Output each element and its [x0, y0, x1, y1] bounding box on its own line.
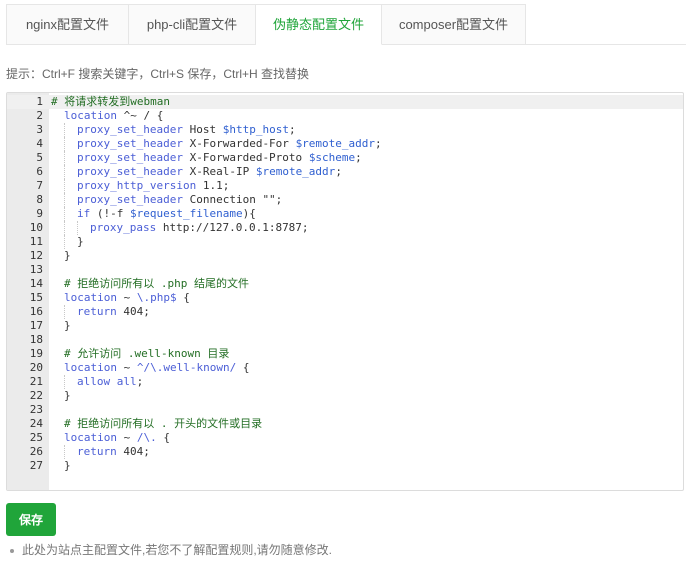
code-line[interactable]: 17}: [7, 319, 683, 333]
code-text: proxy_set_header Host $http_host;: [51, 123, 296, 137]
line-number: 12: [29, 249, 43, 262]
line-number: 6: [36, 165, 43, 178]
line-number: 14: [29, 277, 43, 290]
code-line[interactable]: 5 proxy_set_header X-Forwarded-Proto $sch…: [7, 151, 683, 165]
code-editor[interactable]: 1 # 将请求转发到webman 2 location ^~ / { 3 proxy_se…: [6, 92, 684, 491]
line-number: 4: [36, 137, 43, 150]
save-button[interactable]: 保存: [6, 503, 56, 536]
line-number: 18: [29, 333, 43, 346]
code-text: proxy_http_version 1.1;: [51, 179, 229, 193]
code-text: location ~ \.php$ {: [64, 291, 190, 304]
line-number: 11: [29, 235, 43, 248]
line-number: 20: [29, 361, 43, 374]
line-number: 23: [29, 403, 43, 416]
code-line[interactable]: 14 # 拒绝访问所有以 .php 结尾的文件: [7, 277, 683, 291]
warning-note-text: 此处为站点主配置文件,若您不了解配置规则,请勿随意修改.: [22, 543, 333, 557]
code-line[interactable]: 27}: [7, 459, 683, 473]
warning-note: 此处为站点主配置文件,若您不了解配置规则,请勿随意修改.: [10, 541, 332, 558]
code-line[interactable]: 3 proxy_set_header Host $http_host;: [7, 123, 683, 137]
line-number: 24: [29, 417, 43, 430]
code-line[interactable]: 2 location ^~ / {: [7, 109, 683, 123]
code-text: # 拒绝访问所有以 . 开头的文件或目录: [64, 417, 263, 430]
code-text: allow all;: [51, 375, 143, 389]
tab-php-cli-config[interactable]: php-cli配置文件: [129, 4, 256, 45]
code-line[interactable]: 25 location ~ /\. {: [7, 431, 683, 445]
code-line[interactable]: 15 location ~ \.php$ {: [7, 291, 683, 305]
code-text: proxy_pass http://127.0.0.1:8787;: [51, 221, 309, 235]
tab-composer-config[interactable]: composer配置文件: [382, 4, 526, 45]
shortcut-hint: 提示：Ctrl+F 搜索关键字，Ctrl+S 保存，Ctrl+H 查找替换: [6, 67, 310, 81]
line-number: 27: [29, 459, 43, 472]
line-number: 5: [36, 151, 43, 164]
line-number: 17: [29, 319, 43, 332]
code-line[interactable]: 9 if (!-f $request_filename){: [7, 207, 683, 221]
code-line[interactable]: 19 # 允许访问 .well-known 目录: [7, 347, 683, 361]
line-number: 9: [36, 207, 43, 220]
line-number: 25: [29, 431, 43, 444]
code-text: }: [64, 249, 71, 262]
code-text: }: [51, 235, 84, 249]
line-number: 21: [29, 375, 43, 388]
code-line[interactable]: 10 proxy_pass http://127.0.0.1:8787;: [7, 221, 683, 235]
code-line[interactable]: 8 proxy_set_header Connection "";: [7, 193, 683, 207]
code-line[interactable]: 23: [7, 403, 683, 417]
line-number: 8: [36, 193, 43, 206]
code-text: # 允许访问 .well-known 目录: [64, 347, 230, 360]
code-text: proxy_set_header X-Forwarded-Proto $sche…: [51, 151, 362, 165]
tab-rewrite-config[interactable]: 伪静态配置文件: [256, 4, 382, 45]
code-line[interactable]: 7 proxy_http_version 1.1;: [7, 179, 683, 193]
code-text: proxy_set_header Connection "";: [51, 193, 282, 207]
code-line[interactable]: 12}: [7, 249, 683, 263]
code-text: proxy_set_header X-Forwarded-For $remote…: [51, 137, 382, 151]
line-number: 1: [36, 95, 43, 108]
line-number: 15: [29, 291, 43, 304]
code-lines[interactable]: 1 # 将请求转发到webman 2 location ^~ / { 3 proxy_se…: [7, 95, 683, 473]
code-line[interactable]: 13: [7, 263, 683, 277]
code-text: proxy_set_header X-Real-IP $remote_addr;: [51, 165, 342, 179]
code-line[interactable]: 16 return 404;: [7, 305, 683, 319]
tab-nginx-config[interactable]: nginx配置文件: [6, 4, 129, 45]
code-text: if (!-f $request_filename){: [51, 207, 256, 221]
line-number: 2: [36, 109, 43, 122]
code-text: return 404;: [51, 445, 150, 459]
code-line[interactable]: 1 # 将请求转发到webman: [7, 95, 683, 109]
code-line[interactable]: 4 proxy_set_header X-Forwarded-For $remot…: [7, 137, 683, 151]
code-text: }: [64, 319, 71, 332]
code-line[interactable]: 24 # 拒绝访问所有以 . 开头的文件或目录: [7, 417, 683, 431]
line-number: 19: [29, 347, 43, 360]
code-line[interactable]: 26 return 404;: [7, 445, 683, 459]
line-number: 10: [29, 221, 43, 234]
line-number: 26: [29, 445, 43, 458]
bullet-dot: [10, 548, 14, 553]
code-text: # 拒绝访问所有以 .php 结尾的文件: [64, 277, 249, 290]
line-number: 7: [36, 179, 43, 192]
code-line[interactable]: 22}: [7, 389, 683, 403]
code-line[interactable]: 21 allow all;: [7, 375, 683, 389]
line-number: 22: [29, 389, 43, 402]
code-text: location ^~ / {: [64, 109, 164, 122]
line-number: 3: [36, 123, 43, 136]
code-line[interactable]: 18: [7, 333, 683, 347]
code-text: }: [64, 389, 71, 402]
config-tab-bar: nginx配置文件 php-cli配置文件 伪静态配置文件 composer配置…: [6, 4, 686, 45]
code-text: location ~ ^/\.well-known/ {: [64, 361, 250, 374]
code-text: location ~ /\. {: [64, 431, 170, 444]
line-number: 16: [29, 305, 43, 318]
code-line[interactable]: 6 proxy_set_header X-Real-IP $remote_addr…: [7, 165, 683, 179]
code-line[interactable]: 20 location ~ ^/\.well-known/ {: [7, 361, 683, 375]
code-text: # 将请求转发到webman: [51, 95, 170, 108]
code-text: return 404;: [51, 305, 150, 319]
code-text: }: [64, 459, 71, 472]
code-line[interactable]: 11}: [7, 235, 683, 249]
line-number: 13: [29, 263, 43, 276]
